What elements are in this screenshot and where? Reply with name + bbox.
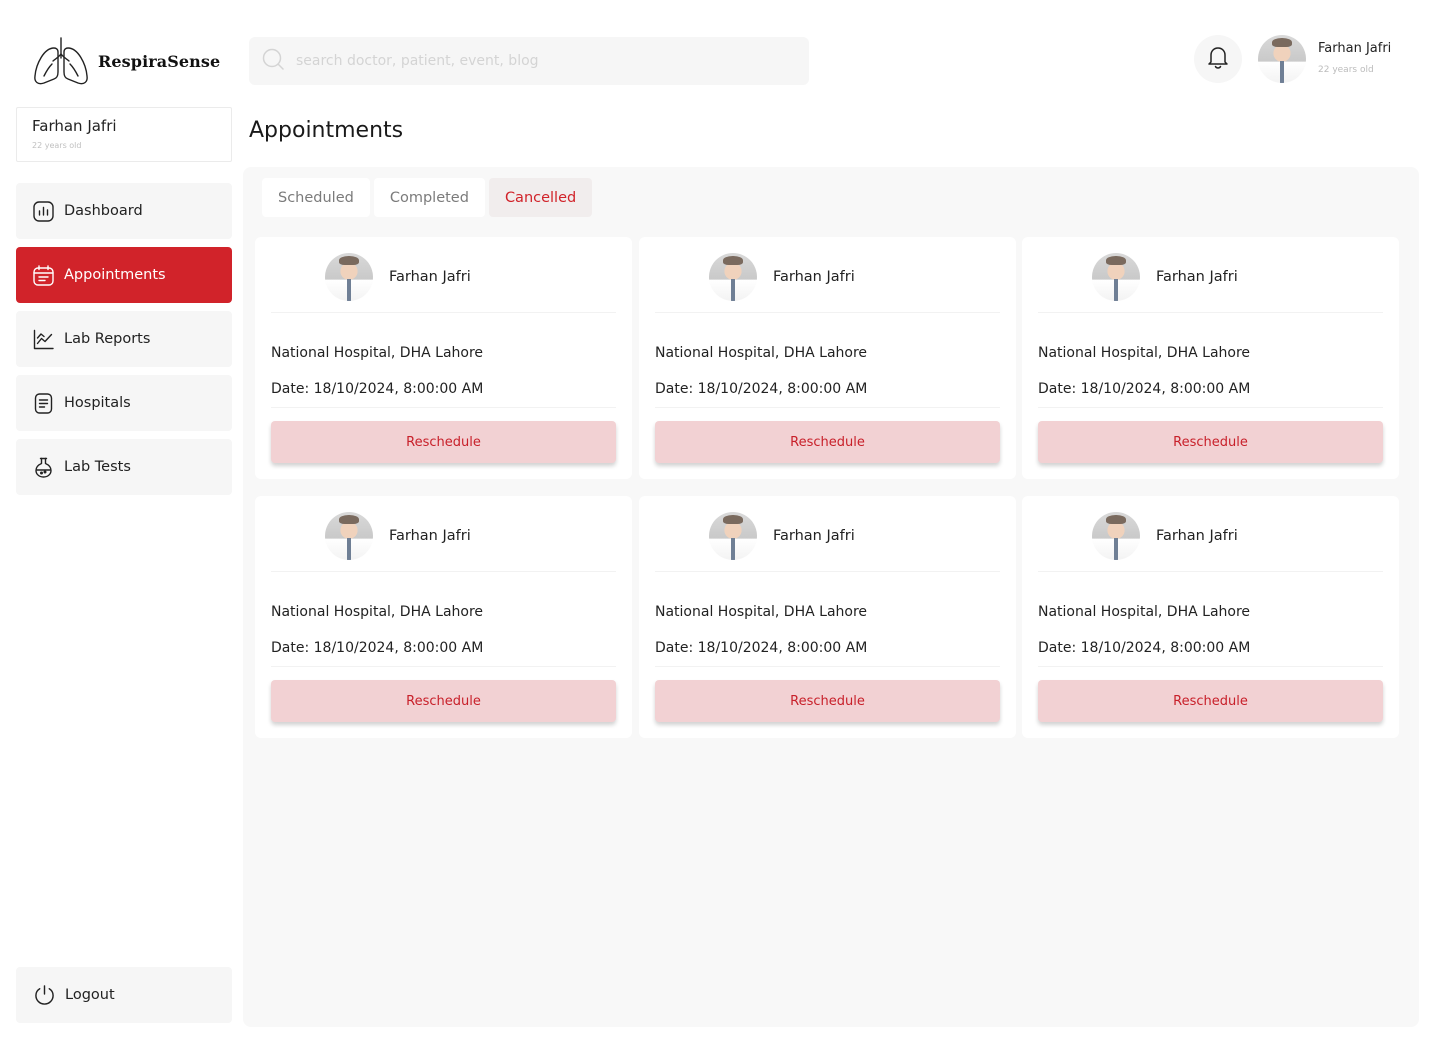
doctor-avatar xyxy=(709,512,757,560)
hospital-name: National Hospital, DHA Lahore xyxy=(271,345,484,361)
logout-label: Logout xyxy=(65,987,115,1003)
appointment-date: Date: 18/10/2024, 8:00:00 AM xyxy=(1038,381,1251,397)
doctor-name: Farhan Jafri xyxy=(389,528,471,544)
doctor-name: Farhan Jafri xyxy=(773,528,855,544)
search-icon xyxy=(262,48,284,74)
profile-card: Farhan Jafri 22 years old xyxy=(16,107,232,162)
tab-cancelled[interactable]: Cancelled xyxy=(488,178,593,217)
appointment-card: Farhan Jafri National Hospital, DHA Laho… xyxy=(255,496,632,738)
appointment-date: Date: 18/10/2024, 8:00:00 AM xyxy=(655,381,868,397)
doctor-avatar xyxy=(1092,512,1140,560)
appointment-date: Date: 18/10/2024, 8:00:00 AM xyxy=(1038,640,1251,656)
doctor-avatar xyxy=(1092,253,1140,301)
tab-scheduled[interactable]: Scheduled xyxy=(262,178,370,217)
sidebar-item-lab-tests[interactable]: Lab Tests xyxy=(16,439,232,495)
user-info[interactable]: Farhan Jafri 22 years old xyxy=(1318,41,1391,75)
line-chart-icon xyxy=(33,329,54,350)
appointment-card: Farhan Jafri National Hospital, DHA Laho… xyxy=(1022,237,1399,479)
logout-button[interactable]: Logout xyxy=(16,967,232,1023)
reschedule-button[interactable]: Reschedule xyxy=(1038,421,1383,463)
calendar-icon xyxy=(33,264,54,286)
hospital-name: National Hospital, DHA Lahore xyxy=(655,345,868,361)
sidebar-item-label: Lab Tests xyxy=(64,459,131,475)
sidebar-item-lab-reports[interactable]: Lab Reports xyxy=(16,311,232,367)
page-title: Appointments xyxy=(249,118,404,143)
hospital-name: National Hospital, DHA Lahore xyxy=(1038,604,1251,620)
status-tabs: Scheduled Completed Cancelled xyxy=(262,178,593,217)
tab-completed[interactable]: Completed xyxy=(373,178,485,217)
doctor-name: Farhan Jafri xyxy=(773,269,855,285)
reschedule-button[interactable]: Reschedule xyxy=(655,421,1000,463)
sidebar-item-label: Hospitals xyxy=(64,395,131,411)
appointment-date: Date: 18/10/2024, 8:00:00 AM xyxy=(271,640,484,656)
sidebar-item-label: Appointments xyxy=(64,267,166,283)
user-age: 22 years old xyxy=(1318,65,1374,75)
doctor-name: Farhan Jafri xyxy=(1156,269,1238,285)
bell-icon xyxy=(1207,45,1229,73)
doctor-avatar xyxy=(325,253,373,301)
reschedule-button[interactable]: Reschedule xyxy=(655,680,1000,722)
search-bar[interactable] xyxy=(249,37,809,85)
app-logo[interactable]: RespiraSense xyxy=(32,36,220,86)
notifications-button[interactable] xyxy=(1194,35,1242,83)
hospital-name: National Hospital, DHA Lahore xyxy=(1038,345,1251,361)
appointment-date: Date: 18/10/2024, 8:00:00 AM xyxy=(271,381,484,397)
sidebar-item-dashboard[interactable]: Dashboard xyxy=(16,183,232,239)
hospital-name: National Hospital, DHA Lahore xyxy=(655,604,868,620)
search-input[interactable] xyxy=(296,53,776,69)
hospital-name: National Hospital, DHA Lahore xyxy=(271,604,484,620)
appointment-date: Date: 18/10/2024, 8:00:00 AM xyxy=(655,640,868,656)
reschedule-button[interactable]: Reschedule xyxy=(1038,680,1383,722)
reschedule-button[interactable]: Reschedule xyxy=(271,421,616,463)
lungs-icon xyxy=(32,36,90,86)
appointment-card: Farhan Jafri National Hospital, DHA Laho… xyxy=(255,237,632,479)
appointment-card: Farhan Jafri National Hospital, DHA Laho… xyxy=(639,496,1016,738)
appointment-card: Farhan Jafri National Hospital, DHA Laho… xyxy=(1022,496,1399,738)
doctor-avatar xyxy=(325,512,373,560)
doctor-name: Farhan Jafri xyxy=(1156,528,1238,544)
profile-age: 22 years old xyxy=(32,141,82,150)
sidebar-item-appointments[interactable]: Appointments xyxy=(16,247,232,303)
profile-name: Farhan Jafri xyxy=(32,117,117,135)
sidebar-item-hospitals[interactable]: Hospitals xyxy=(16,375,232,431)
chart-icon xyxy=(33,200,54,222)
doctor-name: Farhan Jafri xyxy=(389,269,471,285)
app-name: RespiraSense xyxy=(98,51,221,71)
power-icon xyxy=(34,985,55,1006)
reschedule-button[interactable]: Reschedule xyxy=(271,680,616,722)
user-avatar[interactable] xyxy=(1258,35,1306,83)
appointment-card: Farhan Jafri National Hospital, DHA Laho… xyxy=(639,237,1016,479)
flask-icon xyxy=(33,457,54,478)
user-name: Farhan Jafri xyxy=(1318,41,1392,56)
sidebar-item-label: Dashboard xyxy=(64,203,143,219)
sidebar-item-label: Lab Reports xyxy=(64,331,151,347)
document-icon xyxy=(33,392,54,414)
doctor-avatar xyxy=(709,253,757,301)
